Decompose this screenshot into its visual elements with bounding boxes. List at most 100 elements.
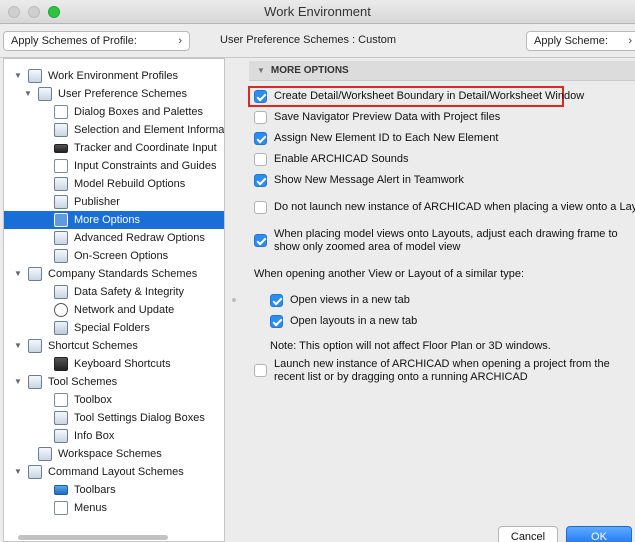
tree-item-tool-settings[interactable]: Tool Settings Dialog Boxes	[4, 409, 224, 427]
command-layout-icon	[28, 465, 42, 479]
tree-item-label: Advanced Redraw Options	[74, 232, 205, 244]
tree-item-user-preference-schemes[interactable]: ▼ User Preference Schemes	[4, 85, 224, 103]
disclosure-triangle-icon[interactable]: ▼	[24, 85, 32, 103]
checkbox[interactable]	[254, 90, 267, 103]
tree-item-label: Selection and Element Information	[74, 124, 225, 136]
keyboard-icon	[54, 357, 68, 371]
disclosure-triangle-icon[interactable]: ▼	[14, 463, 22, 481]
option-open-layouts-tab[interactable]: Open layouts in a new tab	[270, 315, 570, 328]
info-box-icon	[54, 429, 68, 443]
option-label: Enable ARCHICAD Sounds	[274, 153, 409, 165]
tree-item-data-safety[interactable]: Data Safety & Integrity	[4, 283, 224, 301]
tree-item-label: Toolbox	[74, 394, 112, 406]
tree-item-tool-schemes[interactable]: ▼ Tool Schemes	[4, 373, 224, 391]
tree-item-label: Model Rebuild Options	[74, 178, 186, 190]
globe-icon	[54, 303, 68, 317]
disclosure-triangle-icon[interactable]: ▼	[14, 265, 22, 283]
checkbox[interactable]	[270, 315, 283, 328]
close-window-button[interactable]	[8, 6, 20, 18]
ok-button[interactable]: OK	[566, 526, 632, 542]
disclosure-triangle-icon[interactable]: ▼	[14, 337, 22, 355]
tree-item-label: Dialog Boxes and Palettes	[74, 106, 204, 118]
tree-item-company-standards[interactable]: ▼ Company Standards Schemes	[4, 265, 224, 283]
checkbox[interactable]	[254, 364, 267, 377]
checkbox[interactable]	[254, 132, 267, 145]
constraints-icon	[54, 159, 68, 173]
tree-item-label: Tool Schemes	[48, 376, 118, 388]
checkbox[interactable]	[254, 201, 267, 214]
disclosure-triangle-icon[interactable]: ▼	[257, 66, 265, 75]
preferences-tree: ▼ Work Environment Profiles ▼ User Prefe…	[3, 58, 225, 542]
tree-item-label: Command Layout Schemes	[48, 466, 184, 478]
tree-item-label: Workspace Schemes	[58, 448, 162, 460]
checkbox[interactable]	[254, 111, 267, 124]
option-launch-new-instance[interactable]: Launch new instance of ARCHICAD when ope…	[254, 358, 632, 386]
checkbox[interactable]	[254, 234, 267, 247]
horizontal-scrollbar[interactable]	[18, 535, 168, 540]
tree-item-dialog-boxes[interactable]: Dialog Boxes and Palettes	[4, 103, 224, 121]
option-enable-sounds[interactable]: Enable ARCHICAD Sounds	[254, 153, 574, 166]
apply-profile-popup[interactable]: Apply Schemes of Profile: ›	[3, 31, 190, 51]
toolbar: Apply Schemes of Profile: › User Prefere…	[0, 24, 635, 58]
zoom-window-button[interactable]	[48, 6, 60, 18]
rebuild-icon	[54, 177, 68, 191]
option-label: Open layouts in a new tab	[290, 315, 418, 327]
section-title: MORE OPTIONS	[270, 65, 349, 76]
cancel-button[interactable]: Cancel	[498, 526, 558, 542]
disclosure-triangle-icon[interactable]: ▼	[14, 373, 22, 391]
option-teamwork-alert[interactable]: Show New Message Alert in Teamwork	[254, 174, 574, 187]
tree-item-toolbars[interactable]: Toolbars	[4, 481, 224, 499]
minimize-window-button[interactable]	[28, 6, 40, 18]
option-create-boundary[interactable]: Create Detail/Worksheet Boundary in Deta…	[254, 90, 584, 103]
tree-item-menus[interactable]: Menus	[4, 499, 224, 517]
tree-item-label: Network and Update	[74, 304, 175, 316]
option-label: Save Navigator Preview Data with Project…	[274, 111, 501, 123]
section-header[interactable]: ▼ MORE OPTIONS	[249, 61, 635, 81]
tree-item-on-screen[interactable]: On-Screen Options	[4, 247, 224, 265]
option-adjust-drawing-frame[interactable]: When placing model views onto Layouts, a…	[254, 228, 632, 256]
tree-item-label: Publisher	[74, 196, 120, 208]
split-view-handle[interactable]	[232, 298, 236, 302]
checkbox[interactable]	[254, 174, 267, 187]
onscreen-icon	[54, 249, 68, 263]
tree-item-more-options[interactable]: More Options	[4, 211, 224, 229]
tree-item-advanced-redraw[interactable]: Advanced Redraw Options	[4, 229, 224, 247]
option-open-views-tab[interactable]: Open views in a new tab	[270, 294, 570, 307]
chevron-right-icon: ›	[178, 35, 182, 47]
toolbars-icon	[54, 485, 68, 495]
tree-item-workspace-schemes[interactable]: Workspace Schemes	[4, 445, 224, 463]
tree-item-input-constraints[interactable]: Input Constraints and Guides	[4, 157, 224, 175]
xyz-icon	[54, 144, 68, 153]
tree-item-label: Menus	[74, 502, 108, 514]
tree-item-model-rebuild[interactable]: Model Rebuild Options	[4, 175, 224, 193]
tree-item-tracker[interactable]: Tracker and Coordinate Input	[4, 139, 224, 157]
option-save-navigator[interactable]: Save Navigator Preview Data with Project…	[254, 111, 574, 124]
tree-item-keyboard-shortcuts[interactable]: Keyboard Shortcuts	[4, 355, 224, 373]
tree-item-label: Data Safety & Integrity	[74, 286, 185, 298]
shortcut-icon	[28, 339, 42, 353]
tree-item-network-update[interactable]: Network and Update	[4, 301, 224, 319]
apply-scheme-popup[interactable]: Apply Scheme: ›	[526, 31, 635, 51]
tree-item-shortcut-schemes[interactable]: ▼ Shortcut Schemes	[4, 337, 224, 355]
tree-item-label: Info Box	[74, 430, 115, 442]
tree-item-work-environment-profiles[interactable]: ▼ Work Environment Profiles	[4, 67, 224, 85]
checkbox[interactable]	[270, 294, 283, 307]
tab-option-note: Note: This option will not affect Floor …	[270, 340, 551, 352]
tree-item-toolbox[interactable]: Toolbox	[4, 391, 224, 409]
tree-item-info-box[interactable]: Info Box	[4, 427, 224, 445]
chevron-right-icon: ›	[628, 35, 632, 47]
tree-item-label: Tracker and Coordinate Input	[74, 142, 217, 154]
tree-item-label: Shortcut Schemes	[48, 340, 138, 352]
tree-item-label: Toolbars	[74, 484, 116, 496]
option-label: Do not launch new instance of ARCHICAD w…	[274, 201, 635, 213]
checkbox[interactable]	[254, 153, 267, 166]
tree-item-special-folders[interactable]: Special Folders	[4, 319, 224, 337]
tree-item-publisher[interactable]: Publisher	[4, 193, 224, 211]
option-no-new-instance[interactable]: Do not launch new instance of ARCHICAD w…	[254, 201, 635, 214]
tree-item-command-layout[interactable]: ▼ Command Layout Schemes	[4, 463, 224, 481]
redraw-icon	[54, 231, 68, 245]
disclosure-triangle-icon[interactable]: ▼	[14, 67, 22, 85]
option-assign-element-id[interactable]: Assign New Element ID to Each New Elemen…	[254, 132, 574, 145]
tree-item-selection-info[interactable]: Selection and Element Information	[4, 121, 224, 139]
tree-item-label: Work Environment Profiles	[48, 70, 179, 82]
